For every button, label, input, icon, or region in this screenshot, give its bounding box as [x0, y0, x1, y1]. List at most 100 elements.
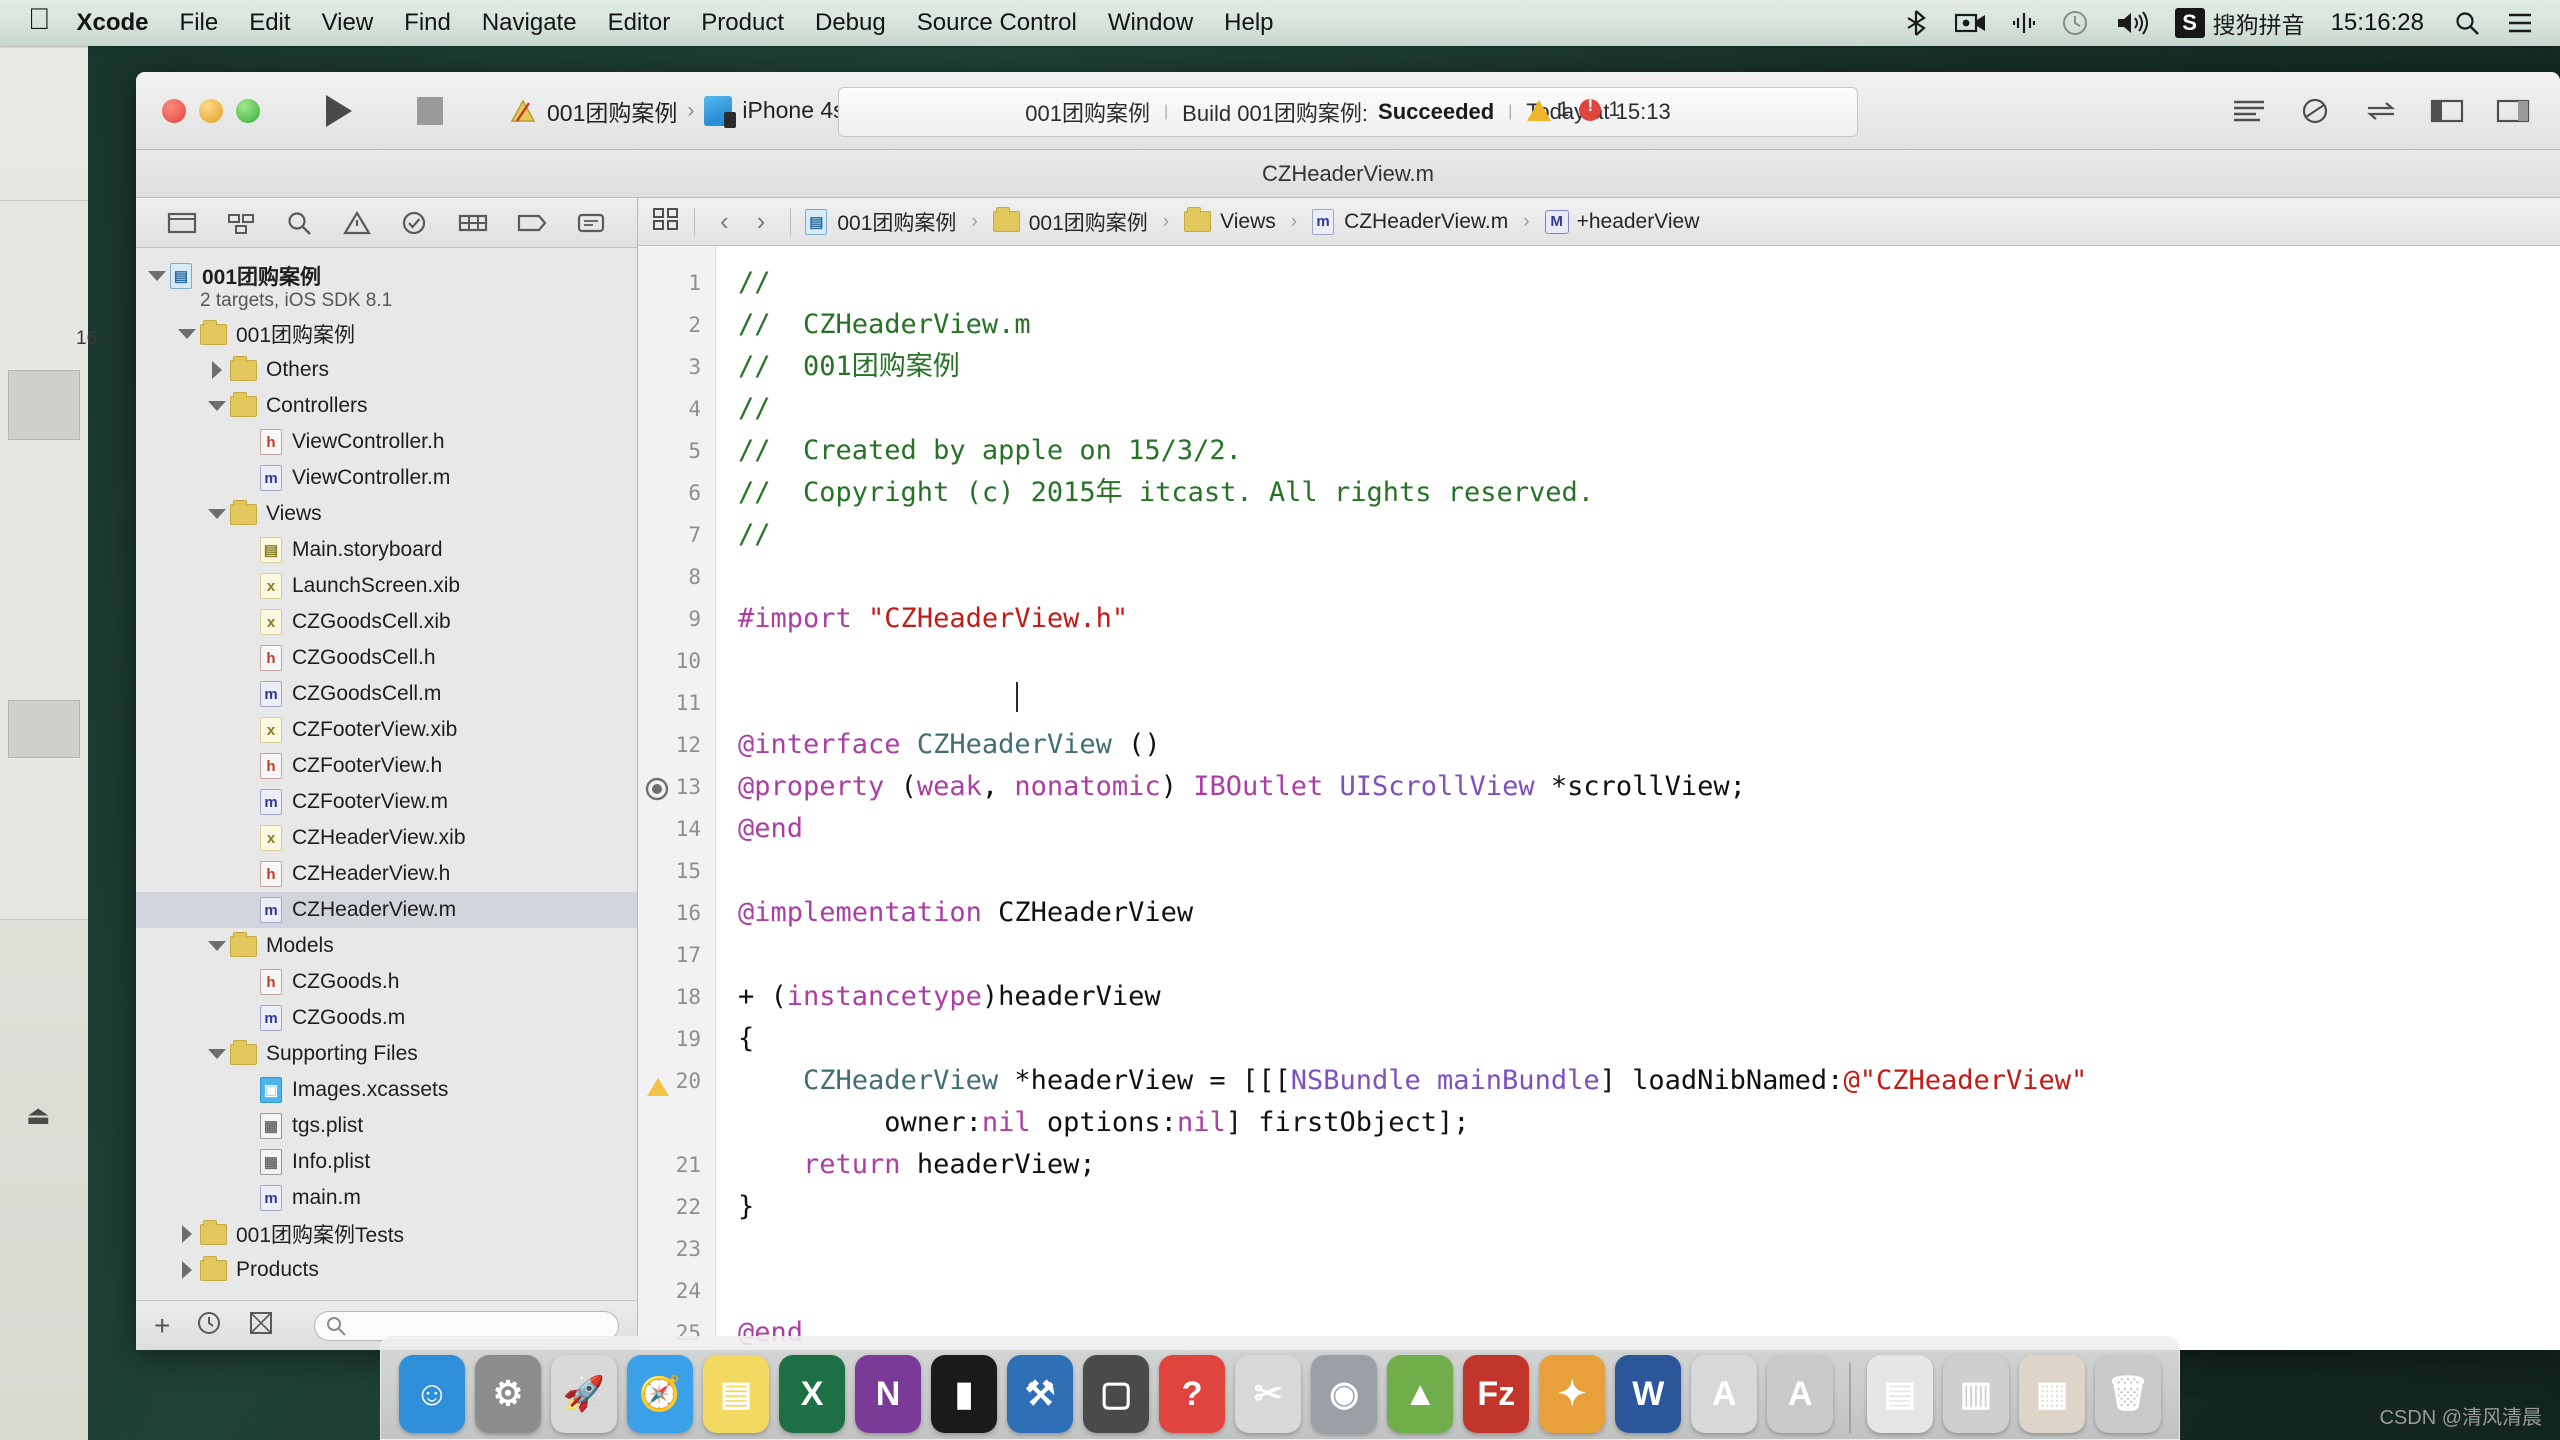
dock-icon-system-preferences[interactable]: ⚙: [475, 1355, 542, 1433]
tree-row[interactable]: h ViewController.h: [136, 424, 637, 460]
dock-icon-onenote[interactable]: N: [855, 1355, 922, 1433]
code-line[interactable]: }: [738, 1186, 2560, 1228]
code-line[interactable]: // CZHeaderView.m: [738, 304, 2560, 346]
code-line[interactable]: // Created by apple on 15/3/2.: [738, 430, 2560, 472]
tree-row[interactable]: ▤ Main.storyboard: [136, 532, 637, 568]
tree-row[interactable]: 001团购案例: [136, 316, 637, 352]
code-line[interactable]: // 001团购案例: [738, 346, 2560, 388]
dock-icon-safari[interactable]: 🧭: [627, 1355, 694, 1433]
breadcrumb-method[interactable]: M +headerView: [1544, 209, 1699, 234]
menu-xcode[interactable]: Xcode: [77, 9, 149, 37]
filter-recent-icon[interactable]: [196, 1310, 222, 1341]
dock-icon-stack-downloads[interactable]: ▥: [1942, 1355, 2009, 1433]
disclosure-triangle-icon[interactable]: [204, 509, 230, 519]
code-line[interactable]: [738, 934, 2560, 976]
project-file-tree[interactable]: ▤ 001团购案例 2 targets, iOS SDK 8.1 001团购案例 Oth…: [136, 248, 637, 1300]
time-machine-icon[interactable]: [2061, 9, 2089, 37]
code-line[interactable]: [738, 640, 2560, 682]
input-method-indicator[interactable]: S 搜狗拼音: [2174, 6, 2305, 40]
navigate-back-button[interactable]: ‹: [709, 206, 740, 237]
code-line[interactable]: [738, 850, 2560, 892]
activity-status-bar[interactable]: 001团购案例 | Build 001团购案例: Succeeded | Tod…: [838, 87, 1858, 137]
dock-icon-finder[interactable]: ☺: [398, 1355, 465, 1433]
find-navigator-icon[interactable]: [285, 210, 313, 236]
tree-row[interactable]: ▣ Images.xcassets: [136, 1072, 637, 1108]
tree-row[interactable]: m CZFooterView.m: [136, 784, 637, 820]
code-line[interactable]: @end: [738, 808, 2560, 850]
dock-icon-xcode[interactable]: ⚒: [1007, 1355, 1074, 1433]
menu-file[interactable]: File: [180, 9, 219, 37]
related-items-icon[interactable]: [652, 206, 680, 238]
spotlight-search-icon[interactable]: [2454, 10, 2480, 36]
assistant-editor-icon[interactable]: [2286, 88, 2344, 134]
menu-clock[interactable]: 15:16:28: [2331, 9, 2424, 37]
dock-icon-font-book-2[interactable]: A: [1767, 1355, 1834, 1433]
dock-icon-simulator[interactable]: ▢: [1083, 1355, 1150, 1433]
disclosure-triangle-icon[interactable]: [204, 401, 230, 411]
dock-icon-stack-files[interactable]: ▦: [2019, 1355, 2086, 1433]
source-editor[interactable]: 1 2 3 4 5 6 7 8 9 10 11 12 13 14 15 16 17 18 19 20 21 22 23 24 2…: [638, 246, 2560, 1350]
menu-debug[interactable]: Debug: [815, 9, 886, 37]
dock-icon-vmware[interactable]: ▲: [1387, 1355, 1454, 1433]
menu-navigate[interactable]: Navigate: [482, 9, 577, 37]
dock-icon-excel[interactable]: X: [779, 1355, 846, 1433]
code-line[interactable]: //: [738, 262, 2560, 304]
menu-source-control[interactable]: Source Control: [917, 9, 1077, 37]
zoom-button[interactable]: [236, 98, 260, 123]
code-line[interactable]: //: [738, 388, 2560, 430]
debug-navigator-icon[interactable]: [458, 210, 488, 236]
run-button[interactable]: [316, 94, 362, 127]
tree-row[interactable]: Others: [136, 352, 637, 388]
code-line[interactable]: CZHeaderView *headerView = [[[NSBundle m…: [738, 1060, 2560, 1102]
menu-window[interactable]: Window: [1108, 9, 1193, 37]
tree-row[interactable]: x CZHeaderView.xib: [136, 820, 637, 856]
filter-unsaved-icon[interactable]: [248, 1310, 274, 1341]
tree-row[interactable]: m CZGoods.m: [136, 1000, 637, 1036]
code-line[interactable]: [738, 1270, 2560, 1312]
menu-help[interactable]: Help: [1224, 9, 1273, 37]
code-line[interactable]: //: [738, 514, 2560, 556]
code-line[interactable]: @interface CZHeaderView (): [738, 724, 2560, 766]
dock-icon-dash[interactable]: ?: [1159, 1355, 1226, 1433]
standard-editor-icon[interactable]: [2220, 88, 2278, 134]
tree-row[interactable]: Products: [136, 1252, 637, 1288]
tree-row[interactable]: m CZGoodsCell.m: [136, 676, 637, 712]
dock-icon-word[interactable]: W: [1615, 1355, 1682, 1433]
code-line[interactable]: // Copyright (c) 2015年 itcast. All right…: [738, 472, 2560, 514]
hide-navigator-icon[interactable]: [2418, 88, 2476, 134]
close-button[interactable]: [162, 98, 186, 123]
breadcrumb-file[interactable]: m CZHeaderView.m: [1312, 208, 1508, 235]
menu-view[interactable]: View: [322, 9, 374, 37]
apple-menu-icon[interactable]: : [28, 5, 51, 35]
tree-row[interactable]: m main.m: [136, 1180, 637, 1216]
breadcrumb-group[interactable]: 001团购案例: [992, 207, 1148, 237]
scheme-selector[interactable]: 001团购案例 › iPhone 4s: [496, 88, 857, 134]
tree-row[interactable]: h CZFooterView.h: [136, 748, 637, 784]
code-line[interactable]: [738, 682, 2560, 724]
code-line[interactable]: owner:nil options:nil] firstObject];: [738, 1102, 2560, 1144]
code-line[interactable]: @implementation CZHeaderView: [738, 892, 2560, 934]
dock-icon-notes[interactable]: ▤: [703, 1355, 770, 1433]
breadcrumb-views[interactable]: Views: [1184, 207, 1276, 234]
tree-row[interactable]: x CZFooterView.xib: [136, 712, 637, 748]
line-number-gutter[interactable]: 1 2 3 4 5 6 7 8 9 10 11 12 13 14 15 16 17 18 19 20 21 22 23 24 2…: [638, 246, 716, 1350]
minimize-button[interactable]: [199, 98, 223, 123]
code-line[interactable]: {: [738, 1018, 2560, 1060]
report-navigator-icon[interactable]: [576, 210, 606, 236]
code-line[interactable]: #import "CZHeaderView.h": [738, 598, 2560, 640]
code-line[interactable]: [738, 556, 2560, 598]
warning-badge[interactable]: 1: [1526, 98, 1569, 122]
tree-row[interactable]: x CZGoodsCell.xib: [136, 604, 637, 640]
tree-row[interactable]: Views: [136, 496, 637, 532]
disclosure-triangle-icon[interactable]: [144, 271, 170, 281]
dock-icon-filezilla[interactable]: Fz: [1463, 1355, 1530, 1433]
tree-row[interactable]: h CZHeaderView.h: [136, 856, 637, 892]
disclosure-triangle-icon[interactable]: [204, 361, 230, 379]
code-content[interactable]: // // CZHeaderView.m // 001团购案例 // // Create…: [716, 246, 2560, 1350]
disclosure-triangle-icon[interactable]: [174, 1225, 200, 1243]
tree-row[interactable]: ▦ Info.plist: [136, 1144, 637, 1180]
issue-badges[interactable]: 1 1: [1526, 96, 1620, 122]
code-line[interactable]: + (instancetype)headerView: [738, 976, 2560, 1018]
tree-row[interactable]: Models: [136, 928, 637, 964]
symbol-navigator-icon[interactable]: [226, 210, 256, 236]
